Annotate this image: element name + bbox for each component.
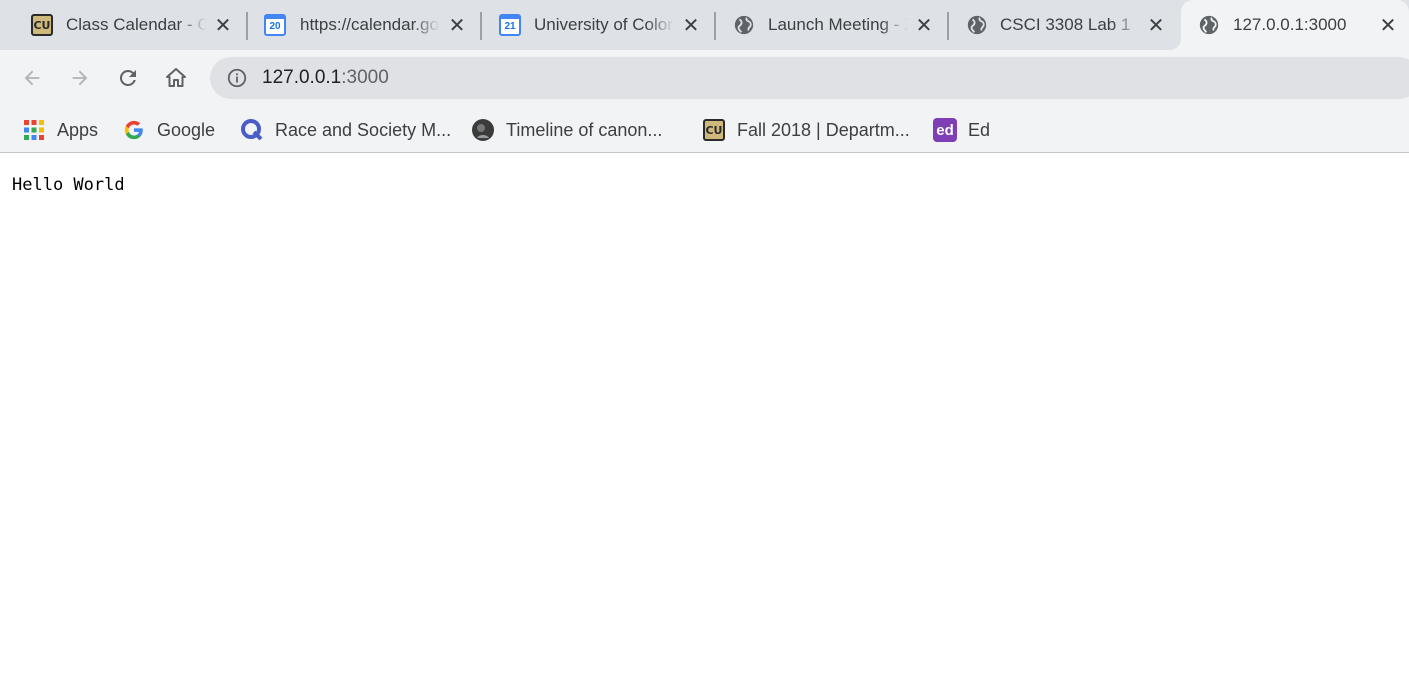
tab-csci-lab[interactable]: CSCI 3308 Lab 1 ✕ [949,0,1179,50]
bookmark-google[interactable]: Google [122,113,215,147]
forward-arrow-icon [72,70,88,86]
close-icon[interactable]: ✕ [212,14,234,36]
tab-google-calendar[interactable]: 20 https://calendar.google.com ✕ [248,0,480,50]
url-host: 127.0.0.1 [262,67,342,88]
bookmark-apps[interactable]: Apps [22,113,98,147]
forward-button[interactable] [62,60,98,96]
bookmark-label: Ed [968,119,991,140]
tab-title: CSCI 3308 Lab 1 [1000,15,1131,34]
tab-title: 127.0.0.1:3000 [1233,15,1347,34]
apps-grid-icon [22,118,46,142]
info-circle-icon[interactable] [226,67,248,89]
home-button[interactable] [158,60,194,96]
tab-university-calendar[interactable]: 21 University of Colorado ✕ [482,0,714,50]
tab-title: Class Calendar - CSCI 3308 [66,15,206,34]
google-g-icon [122,118,146,142]
tab-localhost-active[interactable]: 127.0.0.1:3000 ✕ [1169,0,1409,50]
close-icon[interactable]: ✕ [446,14,468,36]
close-icon[interactable]: ✕ [1145,14,1167,36]
tab-launch-meeting[interactable]: Launch Meeting - Zoom ✕ [716,0,947,50]
globe-icon [732,13,756,37]
bookmark-label: Apps [57,119,99,140]
page-viewport: Hello World [0,154,1409,685]
tab-title: https://calendar.google.com [300,15,440,34]
back-button[interactable] [14,60,50,96]
round-thumbnail-icon [471,118,495,142]
home-icon [166,68,186,87]
tab-strip: CU Class Calendar - CSCI 3308 ✕ 20 https… [0,0,1409,50]
google-calendar-20-icon: 20 [263,13,287,37]
close-icon[interactable]: ✕ [1377,14,1399,36]
cu-buffs-icon: CU [30,13,54,37]
reload-button[interactable] [110,60,146,96]
q-logo-icon [240,118,264,142]
globe-icon [965,13,989,37]
bookmark-label: Race and Society M... [275,119,452,140]
browser-window: CU Class Calendar - CSCI 3308 ✕ 20 https… [0,0,1409,685]
tab-title: Launch Meeting - Zoom [768,15,908,34]
browser-toolbar: 127.0.0.1:3000 [0,50,1409,106]
bookmark-ed[interactable]: ed Ed [933,113,990,147]
tab-class-calendar[interactable]: CU Class Calendar - CSCI 3308 ✕ [0,0,246,50]
bookmark-timeline[interactable]: Timeline of canon... [471,113,662,147]
bookmark-race-and-society[interactable]: Race and Society M... [240,113,451,147]
back-arrow-icon [24,70,40,86]
ed-logo-icon: ed [933,118,957,142]
bookmark-label: Google [157,119,216,140]
bookmark-label: Fall 2018 | Departm... [737,119,910,140]
url-port: :3000 [341,67,389,88]
page-body-text: Hello World [12,175,125,195]
close-icon[interactable]: ✕ [913,14,935,36]
bookmark-fall-2018[interactable]: CU Fall 2018 | Departm... [702,113,910,147]
reload-icon [119,69,136,86]
tab-title: University of Colorado [534,15,674,34]
bookmarks-bar: Apps Google Race and Society M... Timeli… [0,106,1409,153]
url-text[interactable]: 127.0.0.1:3000 [262,66,389,90]
globe-icon [1197,13,1221,37]
address-bar[interactable]: 127.0.0.1:3000 [210,57,1409,99]
cu-buffs-icon: CU [702,118,726,142]
close-icon[interactable]: ✕ [680,14,702,36]
bookmark-label: Timeline of canon... [506,119,663,140]
google-calendar-21-icon: 21 [498,13,522,37]
